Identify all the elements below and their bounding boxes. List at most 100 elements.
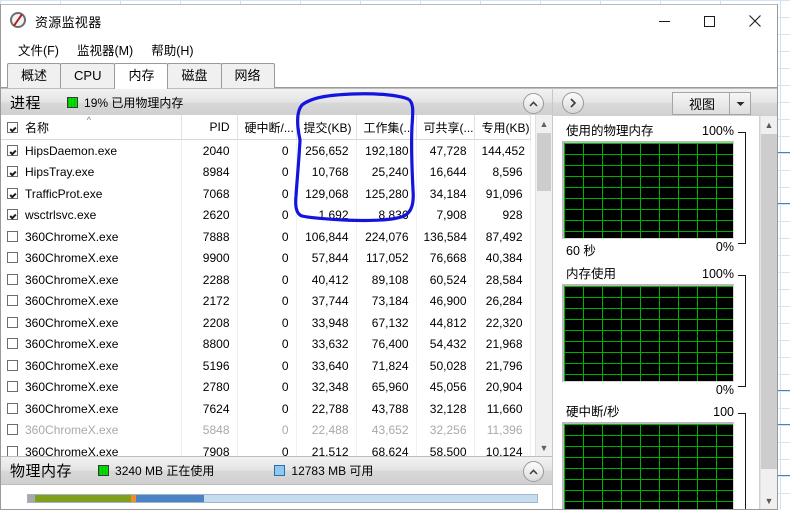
process-workingset-cell: 76,400 <box>356 333 417 355</box>
processes-section-title: 进程 <box>10 95 42 112</box>
row-checkbox[interactable] <box>7 295 18 307</box>
process-name-cell[interactable]: 360ChromeX.exe <box>1 376 182 398</box>
tab-memory[interactable]: 内存 <box>114 63 169 89</box>
row-checkbox[interactable] <box>7 316 18 328</box>
graph-canvas <box>562 141 734 239</box>
row-checkbox[interactable] <box>7 338 18 350</box>
table-row[interactable]: 360ChromeX.exe 7888 0 106,844 224,076 136,584… <box>1 226 531 248</box>
minimize-button[interactable] <box>642 5 687 37</box>
close-button[interactable] <box>732 5 777 37</box>
processes-table-wrapper[interactable]: 名称 ^ PID 硬中断/... 提交(KB) 工作集(... 可共享(... … <box>1 115 552 456</box>
tab-overview[interactable]: 概述 <box>7 63 62 88</box>
process-name-cell[interactable]: 360ChromeX.exe <box>1 269 182 291</box>
row-checkbox[interactable] <box>7 402 18 414</box>
chevron-down-icon[interactable] <box>730 101 750 107</box>
processes-summary-text: 19% 已用物理内存 <box>84 96 184 110</box>
table-row[interactable]: 360ChromeX.exe 8800 0 33,632 76,400 54,432 21,… <box>1 333 531 355</box>
process-name-cell[interactable]: wsctrlsvc.exe <box>1 204 182 226</box>
process-commit-cell: 106,844 <box>296 226 357 248</box>
right-pane-scrollbar[interactable]: ▲ ▼ <box>760 116 777 509</box>
process-name-cell[interactable]: 360ChromeX.exe <box>1 290 182 312</box>
process-workingset-cell: 43,652 <box>356 419 417 441</box>
menu-item-monitor[interactable]: 监视器(M) <box>68 38 142 61</box>
scroll-down-arrow-icon[interactable]: ▼ <box>536 439 552 456</box>
scrollbar-thumb[interactable] <box>761 134 777 469</box>
process-name-cell[interactable]: 360ChromeX.exe <box>1 419 182 441</box>
menu-item-help[interactable]: 帮助(H) <box>142 38 202 61</box>
menu-item-file[interactable]: 文件(F) <box>9 38 68 61</box>
row-checkbox[interactable] <box>7 166 18 178</box>
tab-strip: 概述 CPU 内存 磁盘 网络 <box>1 61 777 89</box>
graph-axis-bracket <box>738 132 746 244</box>
process-name-cell[interactable]: 360ChromeX.exe <box>1 312 182 334</box>
row-checkbox[interactable] <box>7 230 18 242</box>
table-row[interactable]: HipsTray.exe 8984 0 10,768 25,240 16,644 8,596 <box>1 161 531 183</box>
process-name-cell[interactable]: 360ChromeX.exe <box>1 226 182 248</box>
table-row[interactable]: HipsDaemon.exe 2040 0 256,652 192,180 47,728 1… <box>1 139 531 162</box>
row-checkbox[interactable] <box>7 252 18 264</box>
process-shareable-cell: 7,908 <box>416 204 475 226</box>
column-header-hardfaults[interactable]: 硬中断/... <box>237 115 297 140</box>
row-checkbox[interactable] <box>7 424 18 436</box>
row-checkbox[interactable] <box>7 144 18 156</box>
table-row[interactable]: wsctrlsvc.exe 2620 0 1,692 8,836 7,908 928 <box>1 204 531 226</box>
process-name-cell[interactable]: HipsTray.exe <box>1 161 182 183</box>
process-name-cell[interactable]: 360ChromeX.exe <box>1 333 182 355</box>
graph-block-0: 使用的物理内存 100% 60 秒 0% <box>562 116 750 259</box>
process-shareable-cell: 50,028 <box>416 355 475 377</box>
row-checkbox[interactable] <box>7 445 18 456</box>
select-all-checkbox[interactable] <box>7 121 18 133</box>
process-name-cell[interactable]: 360ChromeX.exe <box>1 398 182 420</box>
table-row[interactable]: 360ChromeX.exe 2208 0 33,948 67,132 44,812 22,… <box>1 312 531 334</box>
process-name-cell[interactable]: TrafficProt.exe <box>1 183 182 205</box>
scroll-up-arrow-icon[interactable]: ▲ <box>536 115 552 132</box>
process-name-cell[interactable]: 360ChromeX.exe <box>1 441 182 456</box>
scroll-down-arrow-icon[interactable]: ▼ <box>761 492 777 509</box>
graph-min-label: 0% <box>715 240 734 254</box>
physical-memory-title: 物理内存 <box>10 463 73 480</box>
graph-time-label: 60 秒 <box>566 244 596 258</box>
process-hardfaults-cell: 0 <box>237 161 297 183</box>
column-header-name[interactable]: 名称 ^ <box>1 115 182 140</box>
physical-memory-header[interactable]: 物理内存 3240 MB 正在使用 12783 MB 可用 <box>1 456 552 485</box>
process-shareable-cell: 45,056 <box>416 376 475 398</box>
column-header-commit[interactable]: 提交(KB) <box>296 115 357 140</box>
column-header-private[interactable]: 专用(KB) <box>474 115 531 140</box>
scrollbar-thumb[interactable] <box>537 133 551 191</box>
table-row[interactable]: TrafficProt.exe 7068 0 129,068 125,280 34,184… <box>1 183 531 205</box>
column-header-workingset[interactable]: 工作集(... <box>356 115 417 140</box>
processes-section-header[interactable]: 进程 19% 已用物理内存 <box>1 88 552 117</box>
expand-graphs-button[interactable] <box>562 91 584 114</box>
row-checkbox[interactable] <box>7 359 18 371</box>
tab-disk[interactable]: 磁盘 <box>167 63 222 88</box>
table-row[interactable]: 360ChromeX.exe 2288 0 40,412 89,108 60,524 28,… <box>1 269 531 291</box>
scroll-up-arrow-icon[interactable]: ▲ <box>761 116 777 133</box>
table-row[interactable]: 360ChromeX.exe 7624 0 22,788 43,788 32,128 11,… <box>1 398 531 420</box>
memory-bar-segment-in-use <box>35 495 132 502</box>
view-dropdown-button[interactable]: 视图 <box>671 92 751 115</box>
table-row[interactable]: 360ChromeX.exe 2780 0 32,348 65,960 45,056 20,… <box>1 376 531 398</box>
process-workingset-cell: 25,240 <box>356 161 417 183</box>
row-checkbox[interactable] <box>7 209 18 221</box>
process-commit-cell: 37,744 <box>296 290 357 312</box>
table-row[interactable]: 360ChromeX.exe 7908 0 21,512 68,624 58,500 10,… <box>1 441 531 456</box>
process-name-cell[interactable]: HipsDaemon.exe <box>1 139 182 162</box>
maximize-button[interactable] <box>687 5 732 37</box>
column-header-pid[interactable]: PID <box>181 115 238 140</box>
row-checkbox[interactable] <box>7 187 18 199</box>
tab-network[interactable]: 网络 <box>220 63 275 88</box>
row-checkbox[interactable] <box>7 273 18 285</box>
column-header-shareable[interactable]: 可共享(... <box>416 115 475 140</box>
table-row[interactable]: 360ChromeX.exe 5848 0 22,488 43,652 32,256 11,… <box>1 419 531 441</box>
collapse-processes-button[interactable] <box>523 93 544 114</box>
processes-table-scrollbar[interactable]: ▲ ▼ <box>535 115 552 456</box>
title-bar[interactable]: 资源监视器 <box>1 5 777 37</box>
process-name-cell[interactable]: 360ChromeX.exe <box>1 247 182 269</box>
table-row[interactable]: 360ChromeX.exe 9900 0 57,844 117,052 76,668 40… <box>1 247 531 269</box>
table-row[interactable]: 360ChromeX.exe 5196 0 33,640 71,824 50,028 21,… <box>1 355 531 377</box>
table-row[interactable]: 360ChromeX.exe 2172 0 37,744 73,184 46,900 26,… <box>1 290 531 312</box>
row-checkbox[interactable] <box>7 381 18 393</box>
tab-cpu[interactable]: CPU <box>60 63 116 88</box>
collapse-physical-memory-button[interactable] <box>523 461 544 482</box>
process-name-cell[interactable]: 360ChromeX.exe <box>1 355 182 377</box>
